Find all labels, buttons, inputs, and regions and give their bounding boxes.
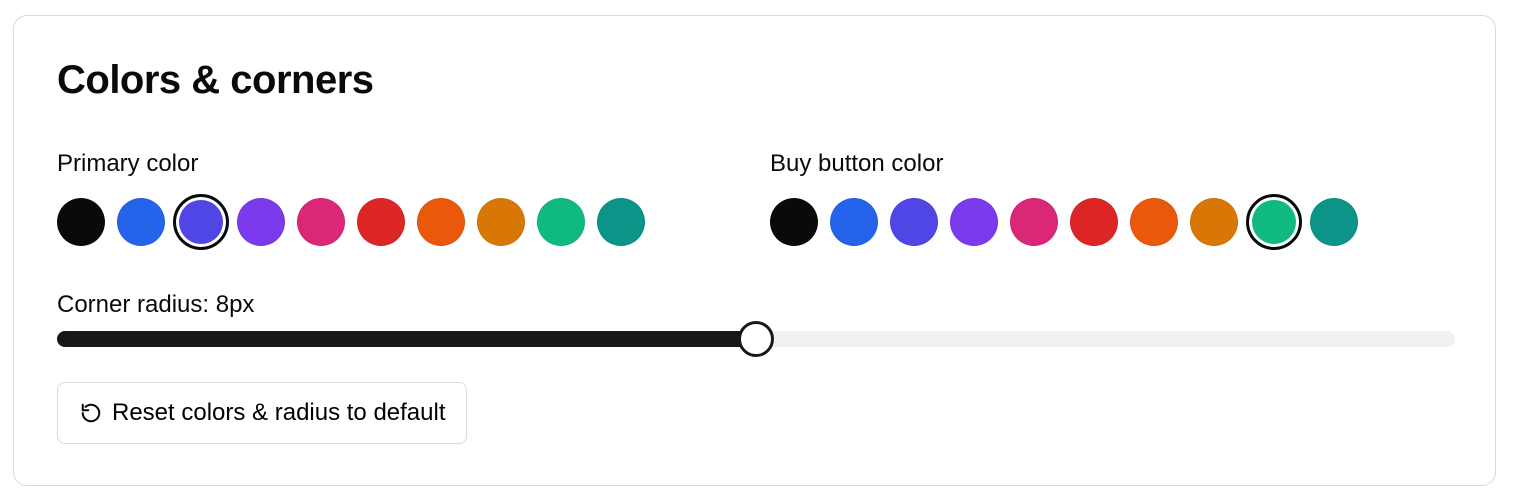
primary-color-swatch[interactable]: [297, 198, 345, 246]
buy-button-color-swatch[interactable]: [1130, 198, 1178, 246]
slider-fill: [57, 331, 756, 347]
buy-button-color-swatch[interactable]: [1190, 198, 1238, 246]
primary-color-swatch[interactable]: [537, 198, 585, 246]
buy-button-color-swatch[interactable]: [890, 198, 938, 246]
buy-button-color-swatch[interactable]: [770, 198, 818, 246]
buy-button-color-swatch[interactable]: [1246, 194, 1302, 250]
primary-color-group: Primary color: [57, 149, 645, 250]
primary-color-swatch[interactable]: [173, 194, 229, 250]
primary-color-swatches: [57, 194, 657, 252]
buy-button-color-swatch[interactable]: [1010, 198, 1058, 246]
buy-button-color-swatch[interactable]: [830, 198, 878, 246]
buy-button-color-swatch[interactable]: [1310, 198, 1358, 246]
reset-button-label: Reset colors & radius to default: [112, 399, 446, 426]
primary-color-label: Primary color: [57, 150, 199, 177]
buy-button-color-swatch[interactable]: [1070, 198, 1118, 246]
section-title: Colors & corners: [57, 58, 374, 102]
corner-radius-slider[interactable]: [57, 321, 1455, 357]
primary-color-swatch[interactable]: [57, 198, 105, 246]
colors-corners-card: Colors & corners Primary color Buy butto…: [13, 15, 1496, 486]
buy-button-color-swatch[interactable]: [950, 198, 998, 246]
buy-button-color-swatches: [770, 194, 1370, 252]
primary-color-swatch[interactable]: [237, 198, 285, 246]
buy-button-color-label: Buy button color: [770, 150, 944, 177]
corner-radius-label: Corner radius: 8px: [57, 291, 255, 318]
reset-defaults-button[interactable]: Reset colors & radius to default: [57, 382, 467, 444]
slider-thumb[interactable]: [738, 321, 774, 357]
reset-icon: [80, 402, 102, 424]
primary-color-swatch[interactable]: [597, 198, 645, 246]
primary-color-swatch[interactable]: [477, 198, 525, 246]
primary-color-swatch[interactable]: [117, 198, 165, 246]
primary-color-swatch[interactable]: [417, 198, 465, 246]
buy-button-color-group: Buy button color: [770, 149, 1358, 250]
primary-color-swatch[interactable]: [357, 198, 405, 246]
